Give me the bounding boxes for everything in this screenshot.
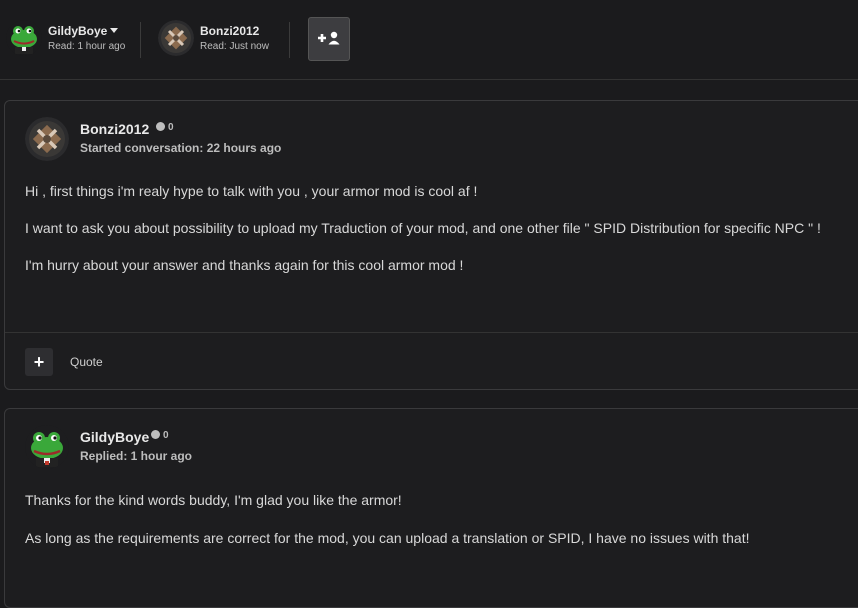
participant-name: GildyBoye: [48, 24, 119, 38]
status-badge: 0: [156, 122, 174, 133]
chevron-down-icon[interactable]: [110, 28, 119, 33]
frog-avatar-icon[interactable]: [25, 425, 69, 469]
mod-logo-avatar-icon[interactable]: [25, 117, 69, 161]
participant-read-status: Read: 1 hour ago: [48, 41, 126, 52]
message-timestamp: Started conversation: 22 hours ago: [80, 141, 282, 155]
separator: [289, 22, 290, 58]
add-reaction-button[interactable]: +: [25, 348, 53, 376]
message-paragraph: As long as the requirements are correct …: [25, 530, 750, 546]
participant-name: Bonzi2012: [200, 24, 260, 38]
online-status-icon: [151, 430, 160, 439]
participant-gildyboye[interactable]: GildyBoye Read: 1 hour ago: [6, 20, 136, 60]
message-timestamp: Replied: 1 hour ago: [80, 449, 193, 463]
status-badge: 0: [151, 430, 169, 441]
divider: [5, 332, 858, 333]
plus-icon: +: [33, 351, 45, 372]
participants-bar: GildyBoye Read: 1 hour ago Bonzi2012 Rea…: [0, 0, 858, 80]
quote-button[interactable]: Quote: [70, 355, 103, 369]
participant-read-status: Read: Just now: [200, 41, 269, 52]
plus-user-icon: [318, 31, 340, 48]
message-paragraph: Hi , first things i'm realy hype to talk…: [25, 183, 478, 199]
frog-avatar-icon: [6, 20, 42, 56]
message-card: GildyBoye 0 Replied: 1 hour ago Thanks f…: [4, 408, 858, 608]
message-card: Bonzi2012 0 Started conversation: 22 hou…: [4, 100, 858, 390]
message-paragraph: I want to ask you about possibility to u…: [25, 220, 821, 236]
participant-bonzi2012[interactable]: Bonzi2012 Read: Just now: [158, 20, 278, 60]
message-paragraph: Thanks for the kind words buddy, I'm gla…: [25, 492, 402, 508]
mod-logo-avatar-icon: [158, 20, 194, 56]
add-participant-button[interactable]: [308, 17, 350, 61]
message-paragraph: I'm hurry about your answer and thanks a…: [25, 257, 464, 273]
separator: [140, 22, 141, 58]
online-status-icon: [156, 122, 165, 131]
author-name[interactable]: GildyBoye: [80, 429, 149, 445]
author-name[interactable]: Bonzi2012: [80, 121, 149, 137]
